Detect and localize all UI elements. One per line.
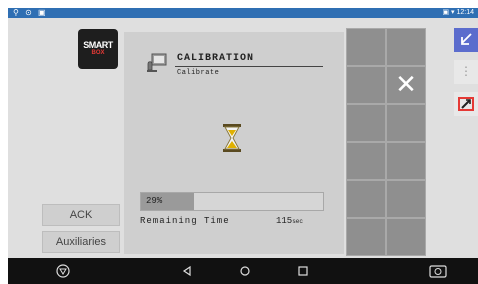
logo-line-2: BOX xyxy=(91,50,105,56)
arrow-down-left-icon xyxy=(461,33,472,45)
external-display-button[interactable] xyxy=(454,92,478,116)
remaining-time-unit: sec xyxy=(292,218,304,225)
softkey-empty[interactable] xyxy=(386,218,426,256)
back-icon[interactable] xyxy=(180,258,194,284)
app-logo-nav-icon[interactable] xyxy=(55,258,71,284)
progress-bar: 29% xyxy=(140,192,324,211)
external-display-icon xyxy=(458,97,474,111)
close-softkey[interactable]: ✕ xyxy=(386,66,426,104)
status-bar: ⚲ ⊙ ▣ ▣ ▾ 12:14 xyxy=(8,8,478,18)
panel-subtitle: Calibrate xyxy=(177,69,220,77)
navigation-bar xyxy=(8,258,478,284)
softkey-empty[interactable] xyxy=(346,28,386,66)
status-icons-left: ⚲ ⊙ ▣ xyxy=(13,8,48,17)
softkey-empty[interactable] xyxy=(386,104,426,142)
logo-line-1: SMART xyxy=(83,40,113,50)
softkey-empty[interactable] xyxy=(346,218,386,256)
calibration-panel: CALIBRATION Calibrate 29% Remaining Time… xyxy=(124,32,344,254)
status-icons-right: ▣ ▾ 12:14 xyxy=(442,9,474,16)
home-icon[interactable] xyxy=(238,258,252,284)
hourglass-icon xyxy=(223,124,241,152)
panel-title: CALIBRATION xyxy=(177,53,255,64)
auxiliaries-button[interactable]: Auxiliaries xyxy=(42,231,120,253)
close-icon: ✕ xyxy=(395,70,417,100)
softkey-empty[interactable] xyxy=(386,28,426,66)
title-divider xyxy=(175,66,323,67)
minimize-button[interactable] xyxy=(454,28,478,52)
progress-percent: 29% xyxy=(146,196,163,206)
softkey-empty[interactable] xyxy=(346,180,386,218)
recents-icon[interactable] xyxy=(296,258,310,284)
softkey-empty[interactable] xyxy=(386,142,426,180)
softkey-empty[interactable] xyxy=(346,66,386,104)
softkey-grid: ✕ xyxy=(346,28,426,256)
more-options-button[interactable]: ⋮ xyxy=(454,60,478,84)
smartbox-logo: SMART BOX xyxy=(78,29,118,69)
softkey-empty[interactable] xyxy=(346,104,386,142)
app-area: SMART BOX ACK Auxiliaries CALIBRATION Ca… xyxy=(8,18,478,258)
ack-button[interactable]: ACK xyxy=(42,204,120,226)
screenshot-icon[interactable] xyxy=(428,258,448,284)
softkey-empty[interactable] xyxy=(386,180,426,218)
softkey-empty[interactable] xyxy=(346,142,386,180)
remaining-time-value: 115sec xyxy=(276,216,303,226)
remaining-time-number: 115 xyxy=(276,216,293,226)
clock: 12:14 xyxy=(456,9,474,16)
calibration-icon xyxy=(147,53,167,72)
remaining-time-label: Remaining Time xyxy=(140,216,230,226)
